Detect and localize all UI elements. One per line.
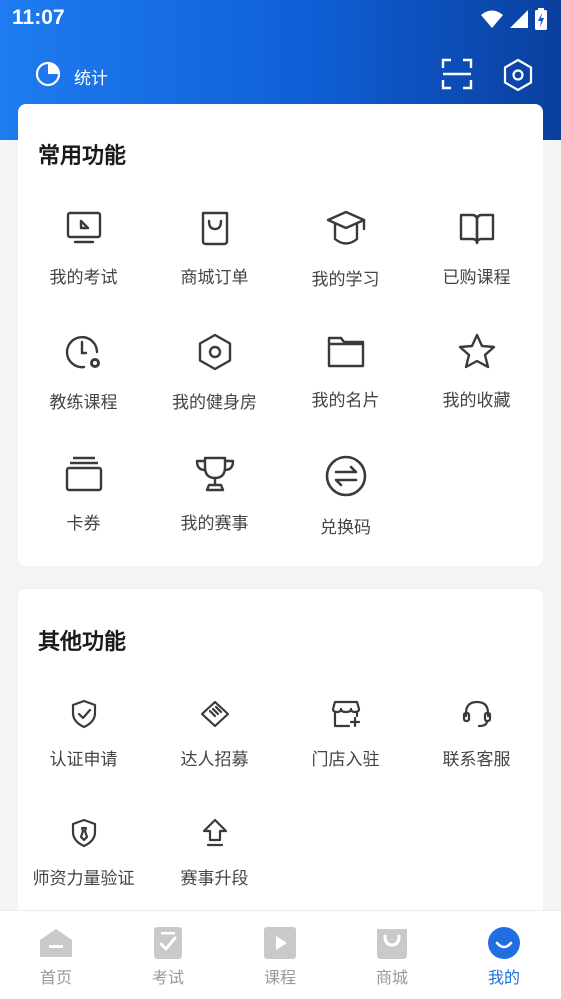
- stats-button[interactable]: 统计: [34, 60, 108, 92]
- shield-tie-icon: [18, 818, 149, 852]
- settings-hexagon-icon: [501, 58, 535, 96]
- status-bar: 11:07: [0, 0, 561, 40]
- grid-item-certification-apply[interactable]: 认证申请: [18, 699, 149, 770]
- grid-item-coach-courses[interactable]: 教练课程: [18, 332, 149, 413]
- tab-mine[interactable]: 我的: [448, 911, 560, 999]
- scan-icon: [441, 58, 473, 94]
- grid-item-talent-recruitment[interactable]: 达人招募: [149, 699, 280, 770]
- tab-exam[interactable]: 考试: [112, 911, 224, 999]
- tab-mall[interactable]: 商城: [336, 911, 448, 999]
- signal-icon: [509, 9, 529, 29]
- checklist-icon: [151, 926, 185, 960]
- grid-item-my-exam[interactable]: 我的考试: [18, 209, 149, 288]
- stats-label: 统计: [74, 68, 108, 89]
- grid-item-purchased-courses[interactable]: 已购课程: [411, 209, 542, 288]
- hexagon-icon: [149, 332, 280, 376]
- play-icon: [263, 926, 297, 960]
- star-icon: [411, 332, 542, 374]
- grid-item-faculty-verification[interactable]: 师资力量验证: [18, 818, 149, 889]
- bottom-tab-bar: 首页 考试 课程 商城 我的: [0, 910, 561, 999]
- common-functions-title: 常用功能: [38, 144, 127, 169]
- wifi-icon: [481, 9, 503, 29]
- mall-bag-icon: [375, 926, 409, 960]
- book-icon: [411, 209, 542, 251]
- tab-home[interactable]: 首页: [0, 911, 112, 999]
- tab-courses[interactable]: 课程: [224, 911, 336, 999]
- grid-item-event-rank-up[interactable]: 赛事升段: [149, 818, 280, 889]
- status-time: 11:07: [12, 6, 65, 29]
- clock-gear-icon: [18, 332, 149, 376]
- home-icon: [39, 926, 73, 960]
- common-functions-card: 常用功能 我的考试 商城订单 我的学习 已购课程 教练课程 我的健身房 我的名片…: [18, 104, 543, 566]
- grid-item-my-favorites[interactable]: 我的收藏: [411, 332, 542, 411]
- folder-icon: [280, 332, 411, 374]
- scan-button[interactable]: [441, 58, 473, 90]
- grid-item-contact-service[interactable]: 联系客服: [411, 699, 542, 770]
- grid-item-my-learning[interactable]: 我的学习: [280, 209, 411, 290]
- toolbar: 统计: [0, 52, 561, 98]
- grid-item-my-events[interactable]: 我的赛事: [149, 455, 280, 534]
- shield-check-icon: [18, 699, 149, 733]
- shopping-bag-icon: [149, 209, 280, 251]
- other-functions-title: 其他功能: [38, 630, 127, 655]
- trophy-icon: [149, 455, 280, 497]
- grid-item-my-business-card[interactable]: 我的名片: [280, 332, 411, 411]
- other-functions-card: 其他功能 认证申请 达人招募 门店入驻 联系客服 师资力量验证 赛事升段: [18, 589, 543, 919]
- grid-item-coupons[interactable]: 卡券: [18, 455, 149, 534]
- handshake-icon: [149, 699, 280, 733]
- grid-item-redeem-code[interactable]: 兑换码: [280, 455, 411, 538]
- grid-item-my-gym[interactable]: 我的健身房: [149, 332, 280, 413]
- card-stack-icon: [18, 455, 149, 497]
- arrow-up-icon: [149, 818, 280, 852]
- graduation-cap-icon: [280, 209, 411, 253]
- grid-item-mall-orders[interactable]: 商城订单: [149, 209, 280, 288]
- store-add-icon: [280, 699, 411, 733]
- pie-chart-icon: [34, 60, 62, 92]
- headset-icon: [411, 699, 542, 733]
- profile-smile-icon: [487, 926, 521, 960]
- settings-button[interactable]: [501, 58, 535, 92]
- battery-icon: [535, 8, 547, 30]
- exam-icon: [18, 209, 149, 251]
- exchange-icon: [280, 455, 411, 501]
- grid-item-store-entry[interactable]: 门店入驻: [280, 699, 411, 770]
